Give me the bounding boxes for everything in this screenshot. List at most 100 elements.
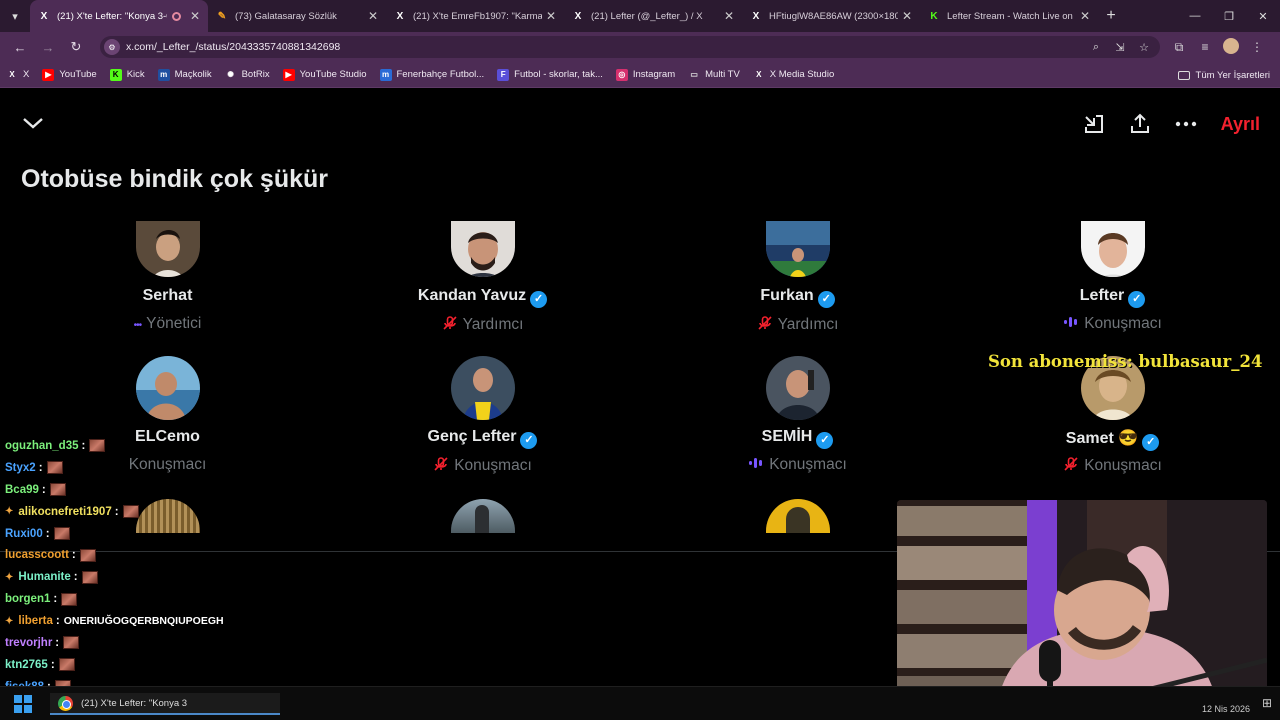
bookmark-label: Instagram bbox=[632, 69, 676, 80]
participant-card[interactable]: Serhat ••• Yönetici bbox=[10, 221, 325, 351]
bookmark-instagram[interactable]: ◎ Instagram bbox=[615, 68, 676, 81]
address-bar[interactable]: ⚙ x.com/_Lefter_/status/2043335740881342… bbox=[100, 36, 1160, 58]
leave-space-button[interactable]: Ayrıl bbox=[1221, 114, 1260, 135]
windows-start-icon[interactable] bbox=[14, 695, 32, 713]
verified-badge-icon: ✓ bbox=[816, 432, 834, 449]
forward-button[interactable]: → bbox=[36, 35, 60, 59]
role-text: Konuşmacı bbox=[1084, 457, 1162, 474]
chat-colon: : bbox=[38, 461, 43, 474]
chat-message: trevorjhr: bbox=[5, 632, 305, 654]
browser-tab[interactable]: X (21) Lefter (@_Lefter_) / X ✕ bbox=[564, 0, 742, 32]
reload-button[interactable]: ↻ bbox=[64, 35, 88, 59]
bookmark-multi-tv[interactable]: ▭ Multi TV bbox=[688, 69, 739, 81]
emote-icon bbox=[63, 636, 80, 650]
restore-icon[interactable]: ❐ bbox=[1212, 0, 1246, 32]
bookmark-label: X Media Studio bbox=[769, 69, 835, 80]
browser-tab[interactable]: X (21) X'te Lefter: "Konya 3-0 ✕ bbox=[30, 0, 208, 32]
browser-toolbar: ← → ↻ ⚙ x.com/_Lefter_/status/2043335740… bbox=[0, 32, 1280, 62]
recording-icon bbox=[171, 11, 181, 21]
chevron-down-icon[interactable] bbox=[22, 115, 44, 131]
emote-icon bbox=[89, 439, 106, 453]
emote-icon bbox=[58, 658, 75, 672]
close-tab-icon[interactable]: ✕ bbox=[1080, 9, 1090, 23]
chrome-icon bbox=[58, 695, 73, 711]
emote-icon bbox=[53, 527, 70, 540]
close-window-icon[interactable]: ✕ bbox=[1246, 0, 1280, 32]
new-tab-button[interactable]: + bbox=[1098, 7, 1124, 25]
chat-message: borgen1: bbox=[5, 588, 305, 610]
back-button[interactable]: ← bbox=[8, 35, 32, 59]
install-app-icon[interactable]: ⇲ bbox=[1108, 41, 1132, 54]
extensions-icon[interactable]: ⧉ bbox=[1166, 40, 1192, 55]
close-tab-icon[interactable]: ✕ bbox=[724, 9, 734, 23]
x-icon: X bbox=[574, 10, 582, 22]
browser-tab[interactable]: K Lefter Stream - Watch Live on K ✕ bbox=[920, 0, 1098, 32]
taskbar-date: 12 Nis 2026 bbox=[1201, 704, 1250, 714]
participant-name: Genç Lefter ✓ bbox=[325, 428, 640, 449]
participant-card[interactable]: Furkan ✓ Yardımcı bbox=[640, 221, 955, 351]
stream-chat-overlay: oguzhan_d35: Styx2: Bca99: ✦ alikocnefreti19… bbox=[5, 435, 305, 698]
mic-muted-icon bbox=[1063, 456, 1079, 475]
avatar bbox=[1081, 221, 1145, 277]
participant-card[interactable]: SEMİH ✓ Konuşmacı bbox=[640, 356, 955, 492]
zoom-icon[interactable]: ⌕ bbox=[1084, 41, 1108, 54]
browser-tab[interactable]: ✎ (73) Galatasaray Sözlük ✕ bbox=[208, 0, 386, 32]
chat-username: alikocnefreti1907 bbox=[18, 505, 112, 518]
role-text: Yardımcı bbox=[777, 316, 839, 333]
kick-icon: K bbox=[930, 10, 938, 22]
role-text: Konuşmacı bbox=[769, 456, 847, 473]
profile-avatar[interactable] bbox=[1218, 37, 1244, 57]
close-tab-icon[interactable]: ✕ bbox=[546, 9, 556, 23]
media-control-icon[interactable]: ≡ bbox=[1192, 40, 1218, 54]
last-subscriber-banner: Son abonemiss: bulbasaur_24 bbox=[988, 352, 1263, 371]
minimize-space-icon[interactable] bbox=[1081, 111, 1107, 137]
window-controls: — ❐ ✕ bbox=[1178, 0, 1280, 32]
chat-username: Bca99 bbox=[5, 483, 39, 496]
m-icon: m bbox=[379, 68, 392, 81]
bookmark-futbol-skorlar-tak[interactable]: F Futbol - skorlar, tak... bbox=[497, 68, 603, 81]
bookmark-ma-kolik[interactable]: m Maçkolik bbox=[157, 68, 212, 81]
browser-menu-icon[interactable]: ⋮ bbox=[1244, 40, 1270, 54]
chat-username: Styx2 bbox=[5, 461, 36, 474]
network-icon[interactable]: ⊞ bbox=[1262, 696, 1272, 710]
participant-role: Konuşmacı bbox=[640, 456, 955, 474]
close-tab-icon[interactable]: ✕ bbox=[368, 9, 378, 23]
webcam-overlay bbox=[897, 500, 1267, 705]
participant-card[interactable]: Genç Lefter ✓ Konuşmacı bbox=[325, 356, 640, 492]
participant-card[interactable]: Kandan Yavuz ✓ Yardımcı bbox=[325, 221, 640, 351]
avatar[interactable] bbox=[451, 499, 515, 533]
bookmark-label: Futbol - skorlar, tak... bbox=[514, 69, 603, 80]
bookmark-kick[interactable]: K Kick bbox=[109, 68, 145, 81]
bookmark-x-media-studio[interactable]: X X Media Studio bbox=[753, 69, 834, 81]
browser-tab[interactable]: X HFtiuglW8AE86AW (2300×1800 ✕ bbox=[742, 0, 920, 32]
chat-colon: : bbox=[114, 505, 119, 518]
bookmarks-bar: X X ▶ YouTube K Kick m Maçkolik ✺ BotRix ▶ YouTube … bbox=[0, 62, 1280, 88]
site-info-icon[interactable]: ⚙ bbox=[104, 39, 120, 55]
bookmark-botrix[interactable]: ✺ BotRix bbox=[225, 69, 269, 81]
tab-label: Lefter Stream - Watch Live on K bbox=[947, 10, 1076, 22]
bookmark-x[interactable]: XX bbox=[6, 69, 29, 81]
browser-tab[interactable]: X (21) X'te EmreFb1907: "Karma'y ✕ bbox=[386, 0, 564, 32]
participant-name-text: Serhat bbox=[142, 287, 193, 304]
all-bookmarks-button[interactable]: Tüm Yer İşaretleri bbox=[1177, 62, 1270, 88]
bookmark-youtube-studio[interactable]: ▶ YouTube Studio bbox=[282, 68, 367, 81]
avatar[interactable] bbox=[766, 499, 830, 533]
bookmark-label: Maçkolik bbox=[174, 69, 212, 80]
participant-card[interactable]: Samet 😎 ✓ Konuşmacı bbox=[955, 356, 1270, 492]
taskbar-chrome-window[interactable]: (21) X'te Lefter: "Konya 3 bbox=[50, 693, 280, 715]
close-tab-icon[interactable]: ✕ bbox=[190, 9, 200, 23]
sword-badge-icon: ✦ bbox=[5, 506, 14, 518]
chat-message: ✦ alikocnefreti1907: bbox=[5, 501, 305, 523]
bookmark-youtube[interactable]: ▶ YouTube bbox=[42, 68, 97, 81]
participant-name: Furkan ✓ bbox=[640, 287, 955, 308]
minimize-icon[interactable]: — bbox=[1178, 0, 1212, 32]
chat-colon: : bbox=[71, 549, 76, 562]
tab-search-button[interactable]: ▾ bbox=[0, 0, 30, 32]
bookmark-star-icon[interactable]: ☆ bbox=[1132, 41, 1156, 54]
chat-colon: : bbox=[53, 593, 58, 606]
bookmark-fenerbah-e-futbol[interactable]: m Fenerbahçe Futbol... bbox=[379, 68, 484, 81]
more-options-icon[interactable] bbox=[1173, 111, 1199, 137]
participant-card[interactable]: Lefter ✓ Konuşmacı bbox=[955, 221, 1270, 351]
share-icon[interactable] bbox=[1127, 111, 1153, 137]
close-tab-icon[interactable]: ✕ bbox=[902, 9, 912, 23]
